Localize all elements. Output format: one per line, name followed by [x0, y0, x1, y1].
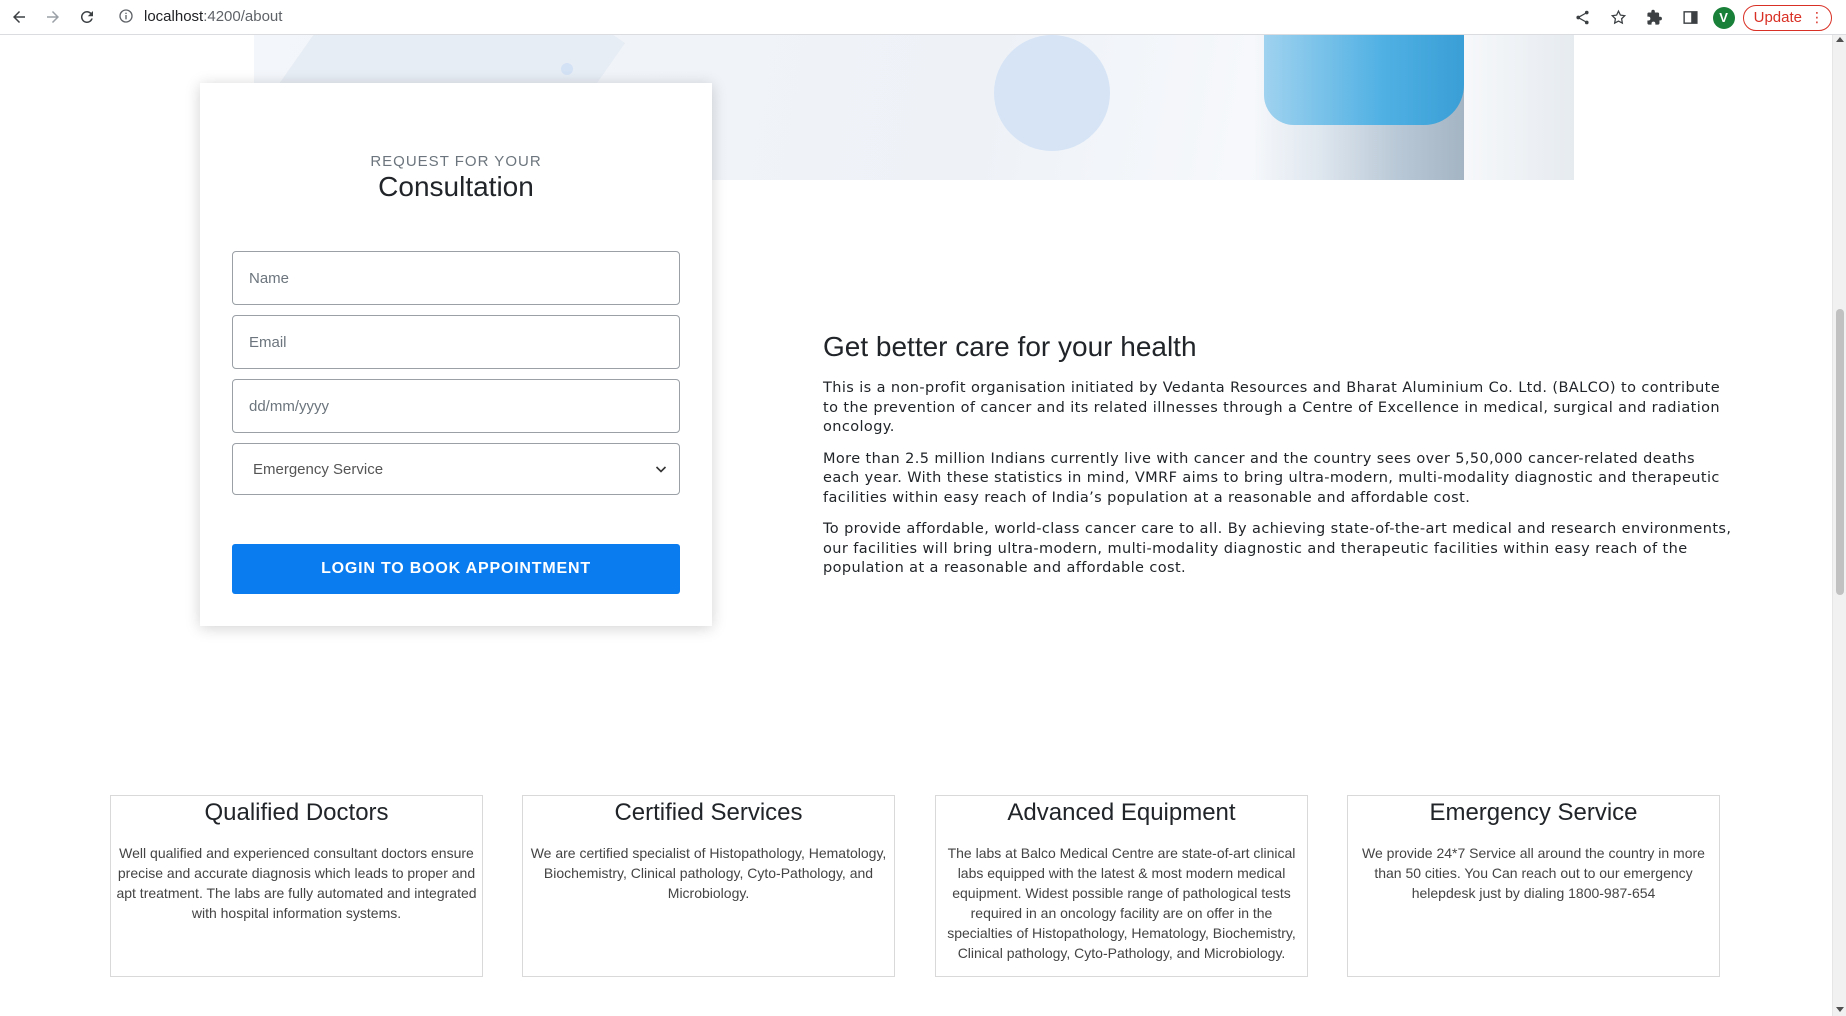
browser-toolbar: localhost:4200/about V Update ⋮ — [0, 0, 1846, 35]
scroll-up-arrow-icon[interactable] — [1836, 37, 1844, 42]
consultation-eyebrow: REQUEST FOR YOUR — [370, 153, 542, 170]
feature-card-certified-services: Certified Services We are certified spec… — [522, 795, 895, 977]
puzzle-icon — [1647, 9, 1663, 25]
feature-text: The labs at Balco Medical Centre are sta… — [947, 845, 1296, 961]
about-paragraph: This is a non-profit organisation initia… — [823, 380, 1721, 435]
page-scrollbar[interactable] — [1832, 35, 1846, 1016]
about-section: Get better care for your health This is … — [823, 331, 1733, 591]
date-field[interactable] — [232, 379, 680, 433]
feature-title: Advanced Equipment — [1007, 799, 1236, 826]
feature-title: Certified Services — [614, 799, 803, 826]
reload-icon — [80, 10, 93, 23]
more-vert-icon: ⋮ — [1810, 9, 1824, 25]
update-button[interactable]: Update ⋮ — [1742, 4, 1832, 31]
url-path: :4200/about — [203, 7, 283, 25]
feature-card-advanced-equipment: Advanced Equipment The labs at Balco Med… — [935, 795, 1308, 977]
side-panel-button[interactable] — [1677, 4, 1705, 32]
url-host: localhost — [144, 7, 204, 25]
email-field[interactable] — [232, 315, 680, 369]
side-panel-icon — [1683, 11, 1698, 24]
arrow-left-icon — [13, 11, 25, 23]
about-paragraph: More than 2.5 million Indians currently … — [823, 450, 1720, 506]
share-button[interactable] — [1569, 4, 1597, 32]
feature-card-emergency-service: Emergency Service We provide 24*7 Servic… — [1347, 795, 1720, 977]
feature-text: We are certified specialist of Histopath… — [530, 845, 887, 901]
share-icon — [1576, 10, 1589, 25]
name-field[interactable] — [232, 251, 680, 305]
star-icon — [1611, 9, 1627, 25]
service-select[interactable]: Emergency Service — [232, 443, 680, 495]
consultation-form-card: REQUEST FOR YOUR Consultation Emergency … — [200, 83, 712, 626]
consultation-title: Consultation — [378, 171, 534, 202]
feature-text: We provide 24*7 Service all around the c… — [1362, 845, 1705, 901]
update-label: Update — [1753, 9, 1802, 26]
arrow-right-icon — [47, 11, 59, 23]
features-row: Qualified Doctors Well qualified and exp… — [110, 795, 1720, 977]
feature-title: Qualified Doctors — [204, 799, 389, 826]
profile-avatar[interactable]: V — [1712, 6, 1735, 29]
scroll-down-arrow-icon[interactable] — [1836, 1007, 1844, 1012]
chevron-down-icon — [655, 466, 667, 473]
book-appointment-button[interactable]: LOGIN TO BOOK APPOINTMENT — [232, 544, 680, 594]
bookmark-button[interactable] — [1605, 4, 1633, 32]
feature-card-qualified-doctors: Qualified Doctors Well qualified and exp… — [110, 795, 483, 977]
back-button[interactable] — [4, 2, 34, 32]
browser-actions: V Update ⋮ — [1569, 0, 1832, 35]
feature-title: Emergency Service — [1429, 799, 1638, 826]
extensions-button[interactable] — [1641, 4, 1669, 32]
scrollbar-thumb[interactable] — [1836, 309, 1844, 595]
forward-button[interactable] — [38, 2, 68, 32]
about-paragraph: To provide affordable, world-class cance… — [823, 521, 1732, 576]
about-heading: Get better care for your health — [823, 331, 1197, 362]
page-content: REQUEST FOR YOUR Consultation Emergency … — [0, 35, 1832, 1016]
info-icon[interactable] — [118, 8, 134, 24]
service-select-value: Emergency Service — [253, 460, 384, 478]
address-bar[interactable]: localhost:4200/about — [106, 2, 1566, 30]
reload-button[interactable] — [72, 2, 102, 32]
feature-text: Well qualified and experienced consultan… — [116, 845, 477, 921]
